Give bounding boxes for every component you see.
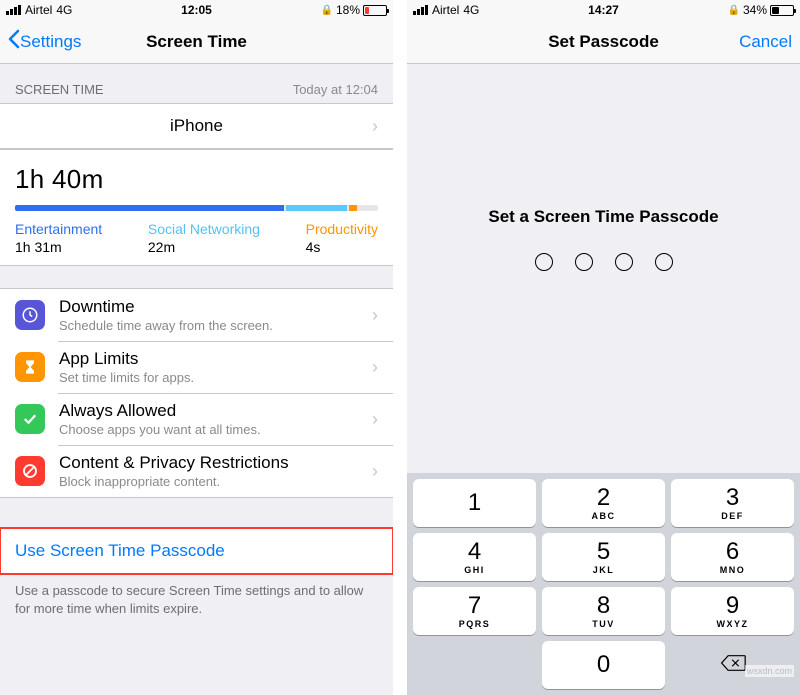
keypad: 1 2ABC 3DEF 4GHI 5JKL 6MNO 7PQRS 8TUV 9W…: [407, 473, 800, 695]
key-1[interactable]: 1: [413, 479, 536, 527]
status-time: 14:27: [407, 3, 800, 17]
key-6[interactable]: 6MNO: [671, 533, 794, 581]
app-limits-row[interactable]: App Limits Set time limits for apps. ›: [0, 341, 393, 393]
page-title: Set Passcode: [407, 32, 800, 52]
passcode-prompt: Set a Screen Time Passcode: [407, 207, 800, 227]
downtime-icon: [15, 300, 45, 330]
use-passcode-label: Use Screen Time Passcode: [15, 541, 225, 561]
nav-bar: Set Passcode Cancel: [407, 20, 800, 64]
check-icon: [15, 404, 45, 434]
use-passcode-button[interactable]: Use Screen Time Passcode: [0, 529, 393, 573]
screen-time-screen: Airtel 4G 12:05 🔒 18% Settings Screen Ti…: [0, 0, 393, 695]
downtime-row[interactable]: Downtime Schedule time away from the scr…: [0, 289, 393, 341]
passcode-dots: [407, 253, 800, 271]
chevron-right-icon: ›: [372, 305, 378, 326]
no-icon: [15, 456, 45, 486]
key-9[interactable]: 9WXYZ: [671, 587, 794, 635]
key-2[interactable]: 2ABC: [542, 479, 665, 527]
battery-icon: [770, 5, 794, 16]
status-time: 12:05: [0, 3, 393, 17]
chevron-right-icon: ›: [372, 409, 378, 430]
section-header: SCREEN TIME Today at 12:04: [0, 64, 393, 103]
chevron-right-icon: ›: [372, 461, 378, 482]
status-bar: Airtel 4G 12:05 🔒 18%: [0, 0, 393, 20]
always-allowed-row[interactable]: Always Allowed Choose apps you want at a…: [0, 393, 393, 445]
passcode-dot: [655, 253, 673, 271]
key-blank: [413, 641, 536, 689]
legend-productivity: Productivity 4s: [306, 221, 378, 255]
key-5[interactable]: 5JKL: [542, 533, 665, 581]
section-header-text: SCREEN TIME: [15, 82, 104, 97]
key-3[interactable]: 3DEF: [671, 479, 794, 527]
legend-social: Social Networking 22m: [148, 221, 260, 255]
page-title: Screen Time: [0, 32, 393, 52]
footer-text: Use a passcode to secure Screen Time set…: [0, 574, 393, 625]
backspace-icon: [720, 654, 746, 677]
key-8[interactable]: 8TUV: [542, 587, 665, 635]
battery-icon: [363, 5, 387, 16]
legend-entertainment: Entertainment 1h 31m: [15, 221, 102, 255]
watermark: wsxdn.com: [745, 665, 794, 677]
usage-bar: [15, 205, 378, 211]
set-passcode-screen: Airtel 4G 14:27 🔒 34% Set Passcode Cance…: [407, 0, 800, 695]
usage-total: 1h 40m: [15, 164, 378, 195]
usage-seg-productivity: [349, 205, 356, 211]
chevron-right-icon: ›: [372, 357, 378, 378]
usage-seg-entertainment: [15, 205, 284, 211]
section-header-time: Today at 12:04: [293, 82, 378, 97]
passcode-dot: [615, 253, 633, 271]
usage-chart[interactable]: 1h 40m Entertainment 1h 31m Social Netwo…: [0, 149, 393, 266]
device-row[interactable]: iPhone ›: [0, 104, 393, 148]
status-bar: Airtel 4G 14:27 🔒 34%: [407, 0, 800, 20]
passcode-dot: [575, 253, 593, 271]
usage-seg-social: [286, 205, 348, 211]
nav-bar: Settings Screen Time: [0, 20, 393, 64]
device-name: iPhone: [0, 116, 393, 136]
hourglass-icon: [15, 352, 45, 382]
key-4[interactable]: 4GHI: [413, 533, 536, 581]
key-0[interactable]: 0: [542, 641, 665, 689]
key-7[interactable]: 7PQRS: [413, 587, 536, 635]
content-privacy-row[interactable]: Content & Privacy Restrictions Block ina…: [0, 445, 393, 497]
passcode-dot: [535, 253, 553, 271]
